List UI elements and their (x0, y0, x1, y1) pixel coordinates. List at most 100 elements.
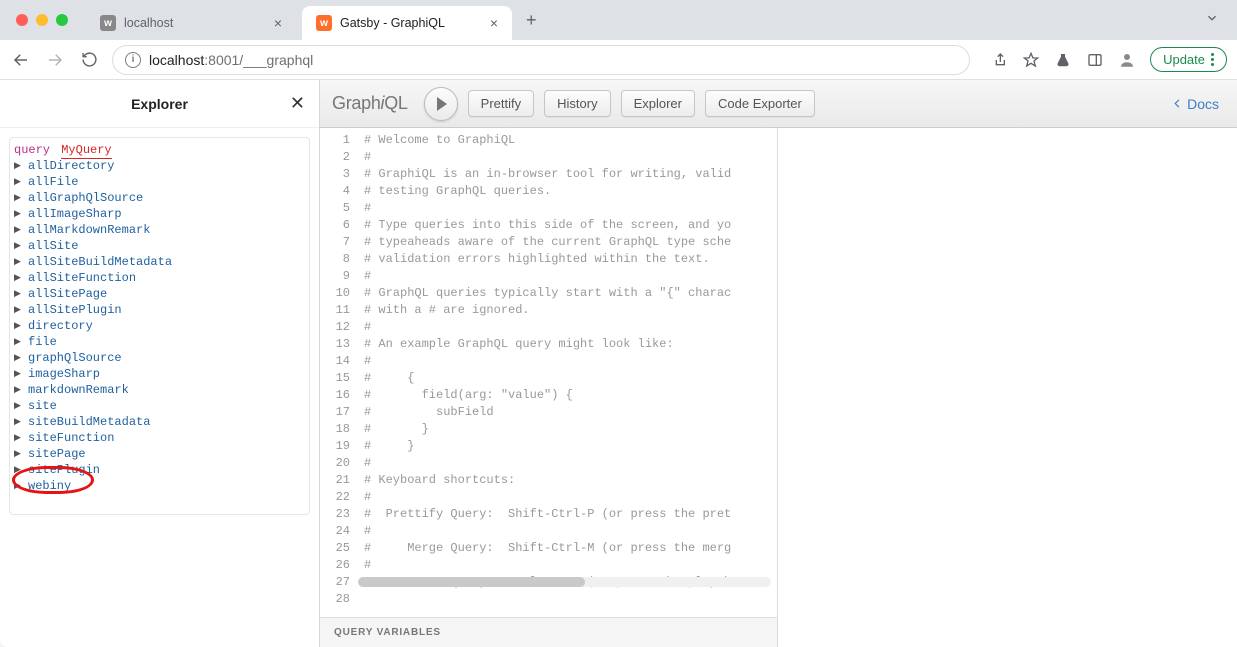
browser-chrome: w localhost × w Gatsby - GraphiQL × + i … (0, 0, 1237, 80)
chevron-down-icon[interactable] (1195, 11, 1229, 30)
close-tab-icon[interactable]: × (490, 15, 498, 31)
explorer-title: Explorer (131, 96, 188, 112)
new-tab-button[interactable]: + (518, 6, 545, 35)
chevron-right-icon: ▶ (14, 481, 22, 491)
explorer-body[interactable]: query MyQuery ▶allDirectory▶allFile▶allG… (0, 128, 319, 524)
explorer-field-label: site (28, 399, 57, 413)
bookmark-star-icon[interactable] (1022, 51, 1040, 69)
url-input[interactable]: i localhost:8001/___graphql (112, 45, 970, 75)
address-bar: i localhost:8001/___graphql Update (0, 40, 1237, 80)
code-content[interactable]: # Welcome to GraphiQL## GraphiQL is an i… (358, 128, 777, 617)
explorer-field-label: allSitePlugin (28, 303, 122, 317)
explorer-field-file[interactable]: ▶ file (14, 334, 305, 350)
explorer-field-directory[interactable]: ▶directory (14, 318, 305, 334)
explorer-field-allFile[interactable]: ▶ allFile (14, 174, 305, 190)
flask-icon[interactable] (1054, 51, 1072, 69)
graphiql-body: 1234567891011121314151617181920212223242… (320, 128, 1237, 647)
explorer-header: Explorer ✕ (0, 80, 319, 128)
explorer-field-label: allImageSharp (28, 207, 122, 221)
menu-dots-icon (1211, 53, 1214, 66)
prettify-button[interactable]: Prettify (468, 90, 534, 117)
chevron-right-icon: ▶ (14, 337, 22, 347)
minimize-window-icon[interactable] (36, 14, 48, 26)
explorer-field-allSiteFunction[interactable]: ▶allSiteFunction (14, 270, 305, 286)
docs-label: Docs (1187, 96, 1219, 112)
close-tab-icon[interactable]: × (274, 15, 282, 31)
forward-button[interactable] (44, 51, 66, 69)
execute-query-button[interactable] (424, 87, 458, 121)
chevron-right-icon: ▶ (14, 177, 22, 187)
explorer-field-allSitePlugin[interactable]: ▶allSitePlugin (14, 302, 305, 318)
chevron-right-icon: ▶ (14, 257, 22, 267)
chevron-right-icon: ▶ (14, 321, 22, 331)
chevron-right-icon: ▶ (14, 417, 22, 427)
results-pane (778, 128, 1237, 647)
profile-icon[interactable] (1118, 51, 1136, 69)
explorer-field-sitePlugin[interactable]: ▶sitePlugin (14, 462, 305, 478)
explorer-field-label: file (28, 335, 57, 349)
site-info-icon[interactable]: i (125, 52, 141, 68)
reload-button[interactable] (78, 51, 100, 68)
explorer-field-label: sitePage (28, 447, 86, 461)
explorer-field-graphQlSource[interactable]: ▶graphQlSource (14, 350, 305, 366)
explorer-field-allGraphQlSource[interactable]: ▶ allGraphQlSource (14, 190, 305, 206)
chevron-right-icon: ▶ (14, 161, 22, 171)
close-window-icon[interactable] (16, 14, 28, 26)
explorer-button[interactable]: Explorer (621, 90, 695, 117)
back-button[interactable] (10, 51, 32, 69)
explorer-field-siteFunction[interactable]: ▶siteFunction (14, 430, 305, 446)
explorer-field-label: markdownRemark (28, 383, 129, 397)
explorer-field-allImageSharp[interactable]: ▶allImageSharp (14, 206, 305, 222)
explorer-field-allSite[interactable]: ▶allSite (14, 238, 305, 254)
explorer-field-markdownRemark[interactable]: ▶ markdownRemark (14, 382, 305, 398)
history-button[interactable]: History (544, 90, 610, 117)
explorer-field-label: allGraphQlSource (28, 191, 143, 205)
tab-graphiql[interactable]: w Gatsby - GraphiQL × (302, 6, 512, 40)
scrollbar-thumb[interactable] (358, 577, 585, 587)
explorer-field-label: webiny (28, 479, 71, 493)
share-icon[interactable] (990, 51, 1008, 69)
tab-bar: w localhost × w Gatsby - GraphiQL × + (0, 0, 1237, 40)
query-header[interactable]: query MyQuery (14, 143, 305, 157)
horizontal-scrollbar[interactable] (358, 577, 771, 587)
code-editor[interactable]: 1234567891011121314151617181920212223242… (320, 128, 777, 617)
play-icon (437, 97, 447, 111)
window-controls (16, 14, 68, 26)
chevron-right-icon: ▶ (14, 401, 22, 411)
explorer-field-allDirectory[interactable]: ▶allDirectory (14, 158, 305, 174)
explorer-field-allSiteBuildMetadata[interactable]: ▶ allSiteBuildMetadata (14, 254, 305, 270)
explorer-field-label: graphQlSource (28, 351, 122, 365)
chevron-right-icon: ▶ (14, 193, 22, 203)
tab-localhost[interactable]: w localhost × (86, 6, 296, 40)
query-editor-pane: 1234567891011121314151617181920212223242… (320, 128, 778, 647)
explorer-field-siteBuildMetadata[interactable]: ▶ siteBuildMetadata (14, 414, 305, 430)
explorer-field-imageSharp[interactable]: ▶imageSharp (14, 366, 305, 382)
explorer-field-allSitePage[interactable]: ▶allSitePage (14, 286, 305, 302)
chevron-right-icon: ▶ (14, 369, 22, 379)
explorer-field-sitePage[interactable]: ▶sitePage (14, 446, 305, 462)
close-explorer-icon[interactable]: ✕ (290, 93, 305, 114)
panel-icon[interactable] (1086, 51, 1104, 69)
maximize-window-icon[interactable] (56, 14, 68, 26)
docs-button[interactable]: Docs (1166, 96, 1225, 112)
explorer-sidebar: Explorer ✕ query MyQuery ▶allDirectory▶a… (0, 80, 320, 647)
query-name-input[interactable]: MyQuery (61, 143, 111, 159)
update-label: Update (1163, 52, 1205, 67)
explorer-field-label: allSiteBuildMetadata (28, 255, 172, 269)
code-exporter-button[interactable]: Code Exporter (705, 90, 815, 117)
query-variables-header[interactable]: QUERY VARIABLES (320, 617, 777, 647)
explorer-field-label: allSitePage (28, 287, 107, 301)
tab-title: Gatsby - GraphiQL (340, 16, 445, 30)
chevron-right-icon: ▶ (14, 385, 22, 395)
chevron-right-icon: ▶ (14, 273, 22, 283)
explorer-field-label: siteBuildMetadata (28, 415, 150, 429)
url-text: localhost:8001/___graphql (149, 52, 313, 68)
favicon-icon: w (100, 15, 116, 31)
explorer-field-webiny[interactable]: ▶ webiny (14, 478, 305, 494)
explorer-field-allMarkdownRemark[interactable]: ▶allMarkdownRemark (14, 222, 305, 238)
tab-title: localhost (124, 16, 173, 30)
line-gutter: 1234567891011121314151617181920212223242… (320, 128, 358, 617)
explorer-field-label: allFile (28, 175, 78, 189)
update-button[interactable]: Update (1150, 47, 1227, 72)
explorer-field-site[interactable]: ▶ site (14, 398, 305, 414)
